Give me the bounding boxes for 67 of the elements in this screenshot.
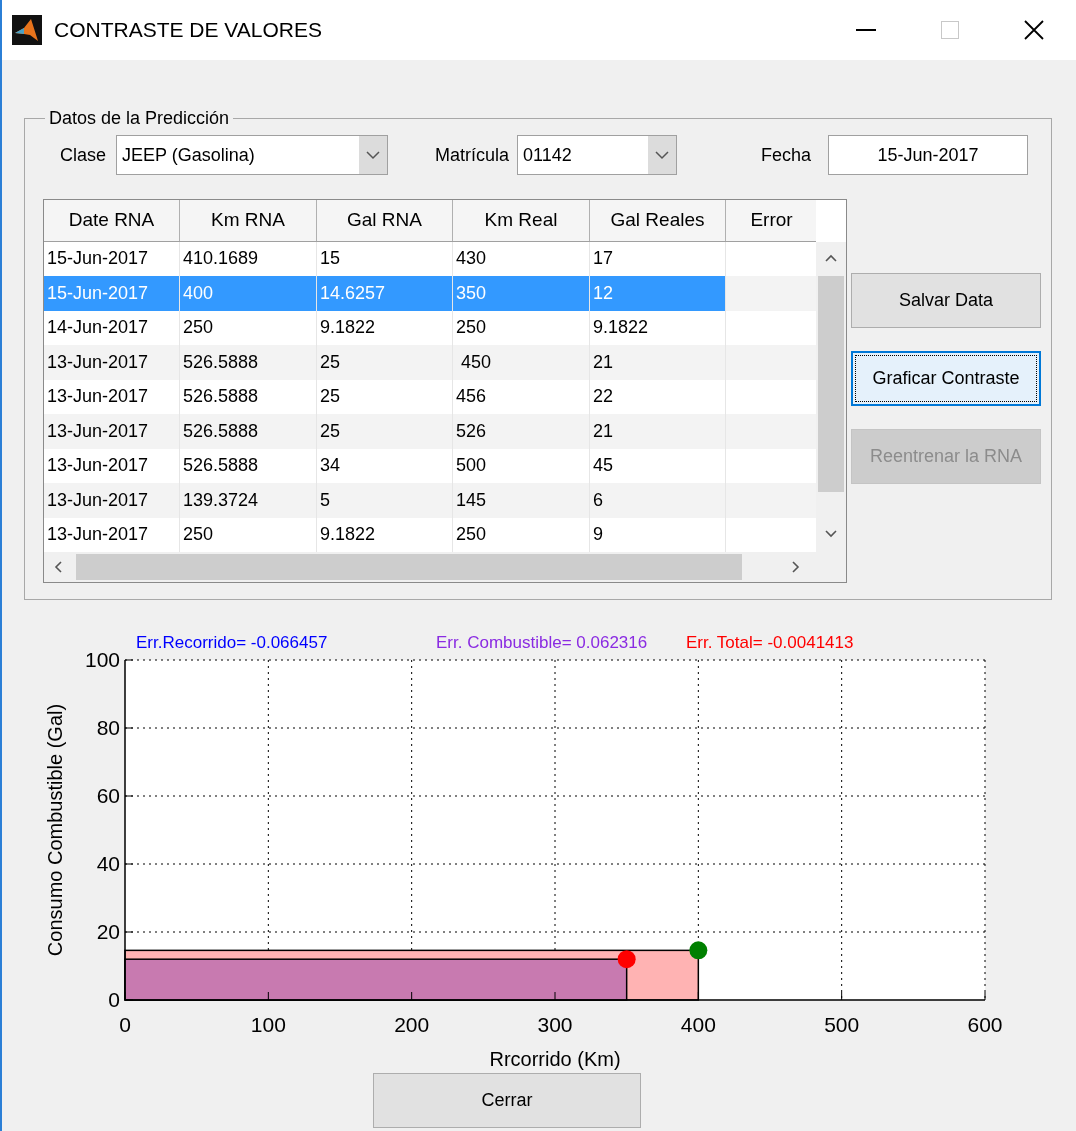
action-button[interactable]: Salvar Data [851, 273, 1041, 328]
fecha-label: Fecha [761, 143, 812, 167]
y-tick-label: 0 [108, 988, 120, 1011]
chevron-down-icon [366, 150, 381, 160]
table-cell[interactable]: 6 [590, 483, 726, 518]
x-tick-label: 100 [250, 1013, 286, 1036]
data-point [617, 950, 636, 969]
y-tick-label: 80 [96, 716, 120, 739]
y-tick-label: 60 [96, 784, 120, 807]
dropdown-value: 01142 [522, 143, 573, 167]
table-cell[interactable]: 13-Jun-2017 [44, 414, 180, 449]
scroll-thumb[interactable] [818, 275, 844, 492]
scroll-up-icon [825, 253, 837, 262]
clase-dropdown[interactable]: JEEP (Gasolina) [116, 135, 389, 175]
table-cell[interactable]: 5 [317, 483, 453, 518]
table-cell[interactable]: 21 [590, 345, 726, 380]
y-tick-label: 40 [96, 852, 120, 875]
table-cell[interactable]: 450 [453, 345, 590, 380]
matricula-dropdown[interactable]: 01142 [517, 135, 678, 175]
table-cell[interactable]: 21 [590, 414, 726, 449]
error-readout: Err. Combustible= 0.062316 [436, 632, 648, 654]
chevron-down-icon [655, 150, 670, 160]
column-header[interactable]: Gal RNA [317, 200, 453, 241]
x-tick-label: 600 [967, 1013, 1003, 1036]
minimize-icon [856, 29, 876, 31]
table-cell[interactable]: 25 [317, 345, 453, 380]
dropdown-value: JEEP (Gasolina) [121, 143, 256, 167]
column-header[interactable]: Date RNA [44, 200, 180, 241]
x-tick-label: 500 [824, 1013, 860, 1036]
column-header[interactable]: Km RNA [180, 200, 317, 241]
table-cell[interactable]: 25 [317, 414, 453, 449]
table-cell[interactable]: 526.5888 [180, 345, 317, 380]
app-logo-icon [12, 15, 42, 45]
matricula-label: Matrícula [435, 143, 510, 167]
date-field[interactable]: 15-Jun-2017 [828, 135, 1029, 175]
table-cell[interactable]: 13-Jun-2017 [44, 483, 180, 518]
x-tick-label: 0 [119, 1013, 131, 1036]
maximize-icon [941, 21, 959, 39]
scroll-right-icon [792, 561, 800, 574]
data-point [689, 941, 708, 960]
x-axis-title: Rrcorrido (Km) [489, 1048, 621, 1070]
window-title: CONTRASTE DE VALORES [54, 17, 322, 44]
table-cell[interactable]: 139.3724 [180, 483, 317, 518]
action-button[interactable]: Graficar Contraste [851, 351, 1041, 406]
table-cell[interactable]: 13-Jun-2017 [44, 345, 180, 380]
table-cell[interactable]: 145 [453, 483, 590, 518]
error-readout: Err. Total= -0.0041413 [686, 632, 854, 654]
table-cell[interactable]: 526.5888 [180, 414, 317, 449]
close-icon [1024, 20, 1044, 40]
clase-label: Clase [60, 143, 107, 167]
scroll-left-icon [54, 561, 62, 574]
close-dialog-button[interactable]: Cerrar [373, 1073, 641, 1128]
error-readout: Err.Recorrido= -0.066457 [136, 632, 328, 654]
y-tick-label: 100 [84, 652, 120, 671]
horizontal-scrollbar[interactable] [44, 552, 846, 582]
y-axis-title: Consumo Combustible (Gal) [44, 703, 66, 957]
x-tick-label: 200 [394, 1013, 430, 1036]
x-tick-label: 400 [680, 1013, 716, 1036]
table-cell[interactable]: 526 [453, 414, 590, 449]
column-header[interactable]: Gal Reales [590, 200, 726, 241]
column-header[interactable]: Error [726, 200, 816, 241]
vertical-scrollbar[interactable] [816, 241, 846, 552]
x-tick-label: 300 [537, 1013, 573, 1036]
y-tick-label: 20 [96, 920, 120, 943]
column-header[interactable]: Km Real [453, 200, 590, 241]
scroll-thumb[interactable] [76, 554, 742, 581]
scroll-down-icon [825, 529, 837, 538]
